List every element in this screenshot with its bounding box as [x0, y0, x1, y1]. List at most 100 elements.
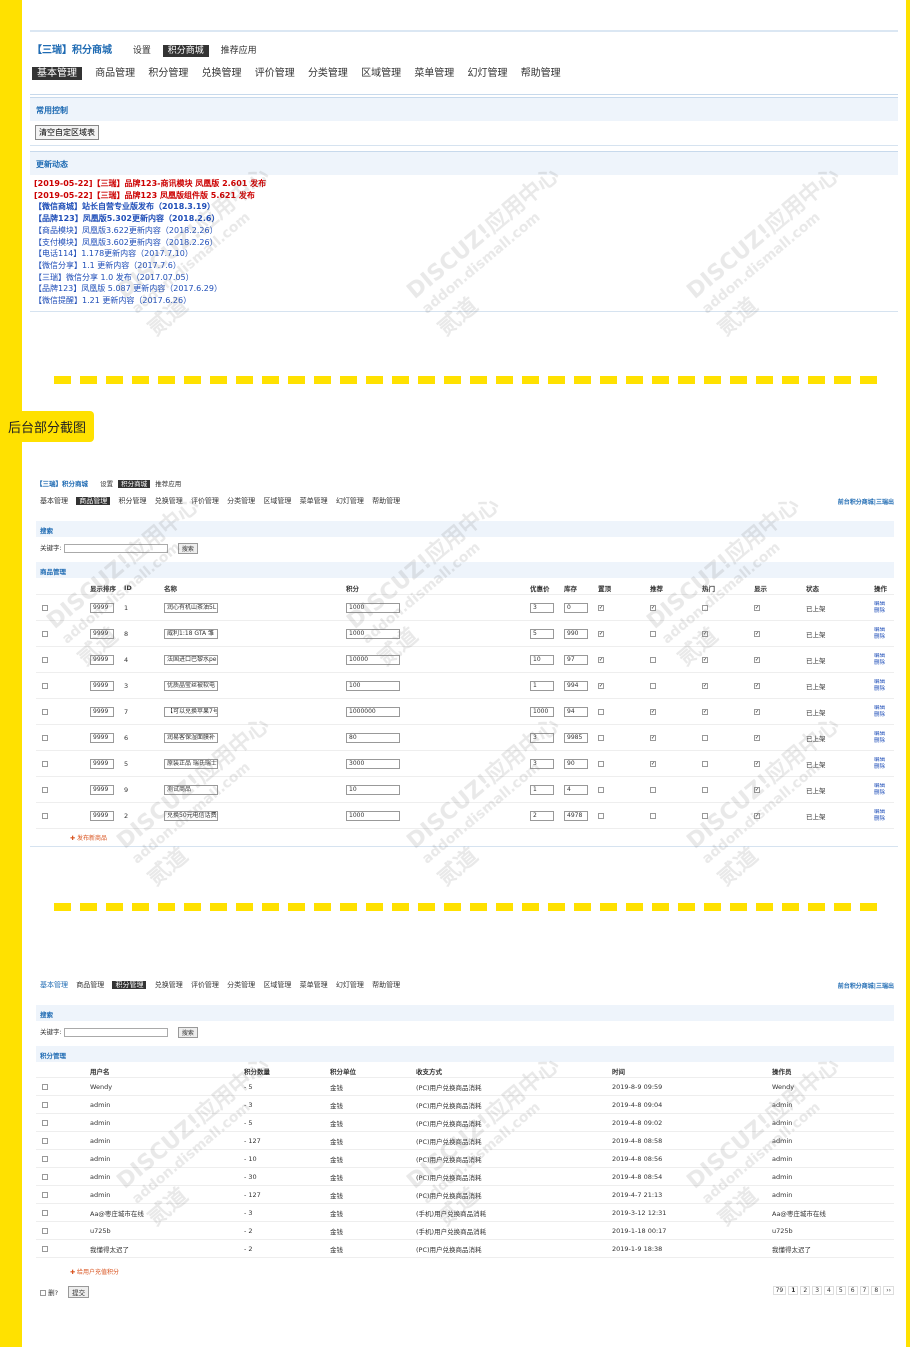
page-link[interactable]: 7 [859, 1286, 870, 1295]
sort-order-input[interactable]: 9999 [90, 810, 114, 821]
recommend-checkbox[interactable] [650, 682, 656, 689]
stock-input[interactable]: 94 [564, 706, 588, 717]
page-link[interactable]: 3 [812, 1286, 823, 1295]
recommend-checkbox[interactable] [650, 708, 656, 715]
row-select-checkbox[interactable] [42, 760, 48, 767]
top-checkbox[interactable] [598, 786, 604, 793]
edit-link[interactable]: 编辑 [874, 757, 885, 764]
recommend-checkbox[interactable] [650, 786, 656, 793]
frontend-link[interactable]: 前台积分商城|三瑞出 [838, 981, 894, 990]
row-select-checkbox[interactable] [42, 682, 48, 689]
tab-slides[interactable]: 幻灯管理 [468, 68, 508, 79]
sort-order-input[interactable]: 9999 [90, 706, 114, 717]
tab-regions[interactable]: 区域管理 [361, 68, 401, 79]
tab-exchange[interactable]: 兑换管理 [155, 497, 183, 505]
hot-checkbox[interactable] [702, 812, 708, 819]
tab-menus[interactable]: 菜单管理 [414, 68, 454, 79]
row-select-checkbox[interactable] [42, 1173, 48, 1180]
page-current[interactable]: 1 [788, 1286, 799, 1295]
discount-input[interactable]: 1 [530, 784, 554, 795]
product-name-input[interactable]: 原装正品 瑞氏瑞士 [164, 758, 218, 769]
edit-link[interactable]: 编辑 [874, 731, 885, 738]
delete-link[interactable]: 删除 [874, 816, 885, 823]
row-select-checkbox[interactable] [42, 1245, 48, 1252]
clear-region-button[interactable]: 清空自定区域表 [35, 125, 99, 140]
tab-points[interactable]: 积分管理 [112, 981, 147, 989]
news-item[interactable]: [2019-05-22]【三瑞】品牌123-商讯模块 凤凰版 2.601 发布 [34, 178, 266, 190]
recommend-link[interactable]: 推荐应用 [221, 46, 257, 56]
show-checkbox[interactable] [754, 734, 760, 741]
discount-input[interactable]: 5 [530, 628, 554, 639]
news-item[interactable]: 【微信商城】站长自营专业版发布（2018.3.19） [34, 201, 266, 213]
stock-input[interactable]: 0 [564, 602, 588, 613]
select-all-checkbox[interactable] [40, 1290, 46, 1296]
tab-categories[interactable]: 分类管理 [227, 497, 255, 505]
product-name-input[interactable]: 兑换50元电信话费 [164, 810, 218, 821]
settings-link[interactable]: 设置 [100, 480, 113, 488]
sort-order-input[interactable]: 9999 [90, 784, 114, 795]
recommend-checkbox[interactable] [650, 734, 656, 741]
row-select-checkbox[interactable] [42, 708, 48, 715]
price-input[interactable]: 1000 [346, 602, 400, 613]
recommend-link[interactable]: 推荐应用 [155, 480, 181, 488]
page-link[interactable]: 8 [871, 1286, 882, 1295]
tab-help[interactable]: 帮助管理 [372, 497, 400, 505]
row-select-checkbox[interactable] [42, 1155, 48, 1162]
price-input[interactable]: 10000 [346, 654, 400, 665]
edit-link[interactable]: 编辑 [874, 627, 885, 634]
tab-reviews[interactable]: 评价管理 [255, 68, 295, 79]
tab-regions[interactable]: 区域管理 [263, 497, 291, 505]
show-checkbox[interactable] [754, 630, 760, 637]
edit-link[interactable]: 编辑 [874, 783, 885, 790]
stock-input[interactable]: 9985 [564, 732, 588, 743]
hot-checkbox[interactable] [702, 656, 708, 663]
product-name-input[interactable]: 优质晶莹丝被软电 [164, 680, 218, 691]
news-item[interactable]: 【微信提醒】1.21 更新内容（2017.6.26） [34, 295, 266, 307]
tab-menus[interactable]: 菜单管理 [300, 497, 328, 505]
news-item[interactable]: 【品牌123】凤凰版5.302更新内容（2018.2.6） [34, 213, 266, 225]
page-link[interactable]: 6 [847, 1286, 858, 1295]
recommend-checkbox[interactable] [650, 630, 656, 637]
tab-categories[interactable]: 分类管理 [227, 981, 255, 989]
row-select-checkbox[interactable] [42, 1191, 48, 1198]
row-select-checkbox[interactable] [42, 604, 48, 611]
tab-menus[interactable]: 菜单管理 [300, 981, 328, 989]
mall-link-active[interactable]: 积分商城 [118, 480, 151, 488]
product-name-input[interactable]: 润心有机山茶油5L [164, 602, 218, 613]
price-input[interactable]: 1000000 [346, 706, 400, 717]
tab-exchange[interactable]: 兑换管理 [202, 68, 242, 79]
discount-input[interactable]: 3 [530, 602, 554, 613]
sort-order-input[interactable]: 9999 [90, 680, 114, 691]
tab-categories[interactable]: 分类管理 [308, 68, 348, 79]
row-select-checkbox[interactable] [42, 656, 48, 663]
hot-checkbox[interactable] [702, 604, 708, 611]
delete-link[interactable]: 删除 [874, 634, 885, 641]
discount-input[interactable]: 1 [530, 680, 554, 691]
price-input[interactable]: 80 [346, 732, 400, 743]
settings-link[interactable]: 设置 [133, 46, 151, 56]
recommend-checkbox[interactable] [650, 812, 656, 819]
search-button[interactable]: 搜索 [177, 542, 198, 554]
delete-link[interactable]: 删除 [874, 660, 885, 667]
news-item[interactable]: [2019-05-22]【三瑞】品牌123 凤凰版组件版 5.621 发布 [34, 190, 266, 202]
tab-reviews[interactable]: 评价管理 [191, 497, 219, 505]
show-checkbox[interactable] [754, 604, 760, 611]
row-select-checkbox[interactable] [42, 1101, 48, 1108]
hot-checkbox[interactable] [702, 734, 708, 741]
stock-input[interactable]: 990 [564, 628, 588, 639]
tab-points[interactable]: 积分管理 [118, 497, 146, 505]
tab-basic[interactable]: 基本管理 [40, 497, 68, 505]
delete-link[interactable]: 删除 [874, 738, 885, 745]
product-name-input[interactable]: 【可以兑换苹果7号 [164, 706, 218, 717]
top-checkbox[interactable] [598, 760, 604, 767]
discount-input[interactable]: 3 [530, 732, 554, 743]
top-checkbox[interactable] [598, 812, 604, 819]
delete-link[interactable]: 删除 [874, 764, 885, 771]
show-checkbox[interactable] [754, 708, 760, 715]
edit-link[interactable]: 编辑 [874, 809, 885, 816]
sort-order-input[interactable]: 9999 [90, 732, 114, 743]
discount-input[interactable]: 3 [530, 758, 554, 769]
price-input[interactable]: 10 [346, 784, 400, 795]
top-checkbox[interactable] [598, 682, 604, 689]
sort-order-input[interactable]: 9999 [90, 654, 114, 665]
